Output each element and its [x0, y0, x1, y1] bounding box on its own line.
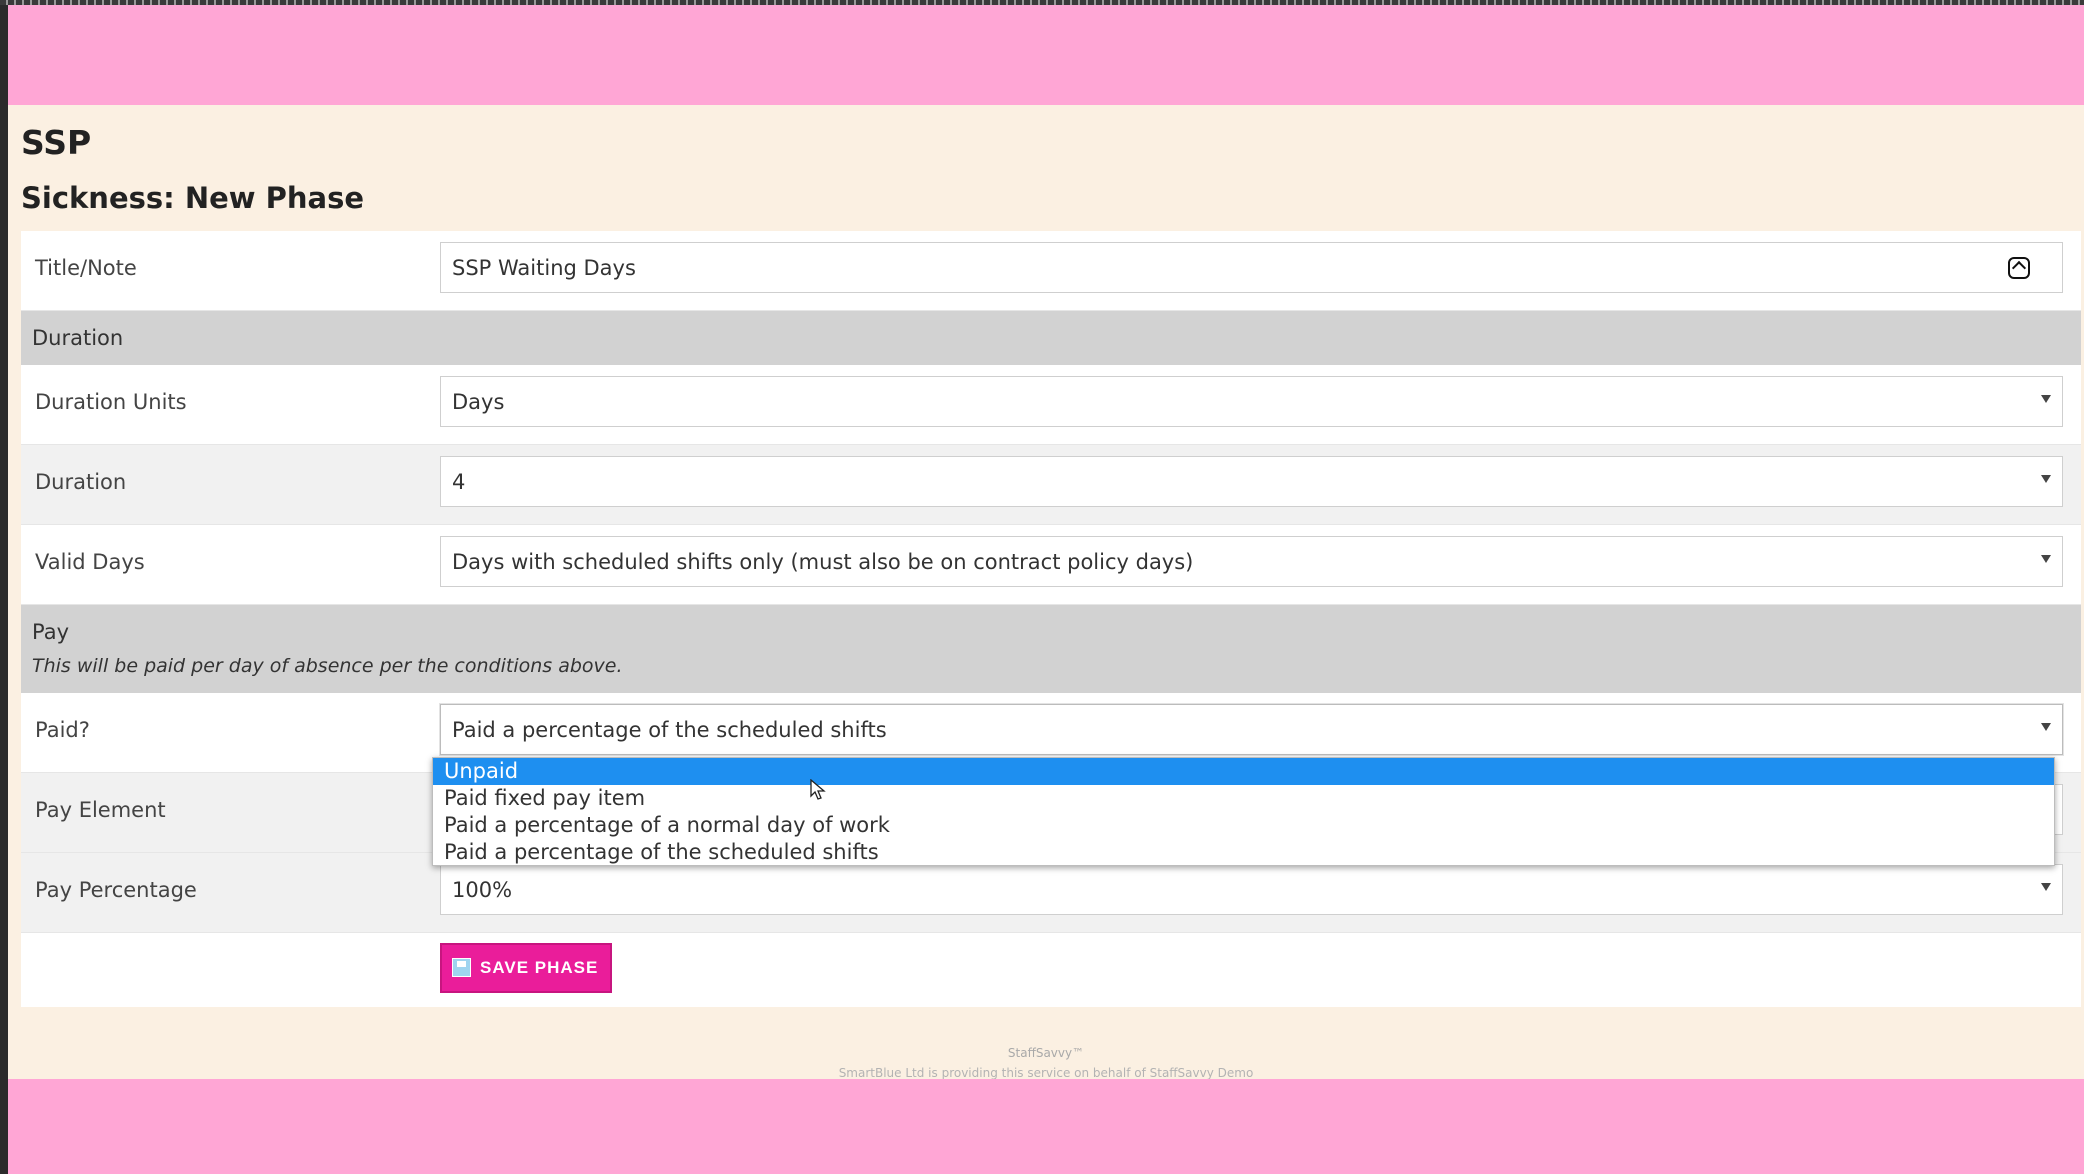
main-content: SSP Sickness: New Phase Title/Note SSP W…: [8, 105, 2084, 1080]
save-disk-icon: [452, 958, 471, 977]
chevron-down-icon: [2041, 883, 2051, 891]
valid-days-value: Days with scheduled shifts only (must al…: [452, 550, 1194, 574]
duration-select[interactable]: 4: [440, 456, 2063, 507]
title-note-label: Title/Note: [35, 256, 137, 280]
chevron-down-icon: [2041, 395, 2051, 403]
mouse-pointer-icon: [810, 779, 826, 800]
footer-credit: SmartBlue Ltd is providing this service …: [838, 1066, 1254, 1080]
paid-label: Paid?: [35, 718, 90, 742]
duration-value: 4: [452, 470, 466, 494]
save-phase-button[interactable]: SAVE PHASE: [440, 943, 612, 993]
paid-option-fixed-pay-item[interactable]: Paid fixed pay item: [433, 785, 2054, 812]
valid-days-label: Valid Days: [35, 550, 145, 574]
valid-days-select[interactable]: Days with scheduled shifts only (must al…: [440, 536, 2063, 587]
pay-section-header: Pay This will be paid per day of absence…: [21, 605, 2081, 693]
header-band: [8, 5, 2084, 105]
pay-element-label: Pay Element: [35, 798, 166, 822]
pay-percentage-select[interactable]: 100%: [440, 864, 2063, 915]
save-row: SAVE PHASE: [21, 933, 2081, 1007]
duration-section-label: Duration: [32, 326, 124, 350]
paid-option-scheduled-shifts[interactable]: Paid a percentage of the scheduled shift…: [433, 839, 2054, 866]
duration-row: Duration 4: [21, 445, 2081, 525]
chevron-down-icon: [2041, 723, 2051, 731]
app-title: SSP: [21, 123, 92, 162]
title-note-input[interactable]: SSP Waiting Days: [440, 242, 2063, 293]
pay-percentage-value: 100%: [452, 878, 513, 902]
paid-value: Paid a percentage of the scheduled shift…: [452, 718, 887, 742]
duration-section-header: Duration: [21, 311, 2081, 365]
paid-option-unpaid[interactable]: Unpaid: [433, 758, 2054, 785]
title-note-value: SSP Waiting Days: [452, 256, 636, 280]
duration-units-row: Duration Units Days: [21, 365, 2081, 445]
valid-days-row: Valid Days Days with scheduled shifts on…: [21, 525, 2081, 605]
paid-option-normal-day[interactable]: Paid a percentage of a normal day of wor…: [433, 812, 2054, 839]
duration-units-value: Days: [452, 390, 505, 414]
chevron-down-icon: [2041, 475, 2051, 483]
pay-section-label: Pay: [32, 620, 70, 644]
duration-units-select[interactable]: Days: [440, 376, 2063, 427]
paid-select[interactable]: Paid a percentage of the scheduled shift…: [440, 704, 2063, 755]
window-left-edge: [0, 5, 8, 1174]
pay-percentage-label: Pay Percentage: [35, 878, 197, 902]
save-phase-label: SAVE PHASE: [480, 958, 599, 977]
footer-band: [8, 1079, 2084, 1174]
pay-section-note: This will be paid per day of absence per…: [32, 655, 623, 677]
page-title: Sickness: New Phase: [21, 181, 365, 215]
paid-dropdown-list[interactable]: Unpaid Paid fixed pay item Paid a percen…: [432, 757, 2055, 866]
duration-units-label: Duration Units: [35, 390, 187, 414]
phase-form: Title/Note SSP Waiting Days Duration Dur…: [21, 231, 2081, 1007]
title-note-row: Title/Note SSP Waiting Days: [21, 231, 2081, 311]
footer-brand: StaffSavvy™: [1007, 1046, 1085, 1060]
chevron-down-icon: [2041, 555, 2051, 563]
person-card-icon[interactable]: [2008, 257, 2030, 279]
duration-label: Duration: [35, 470, 127, 494]
